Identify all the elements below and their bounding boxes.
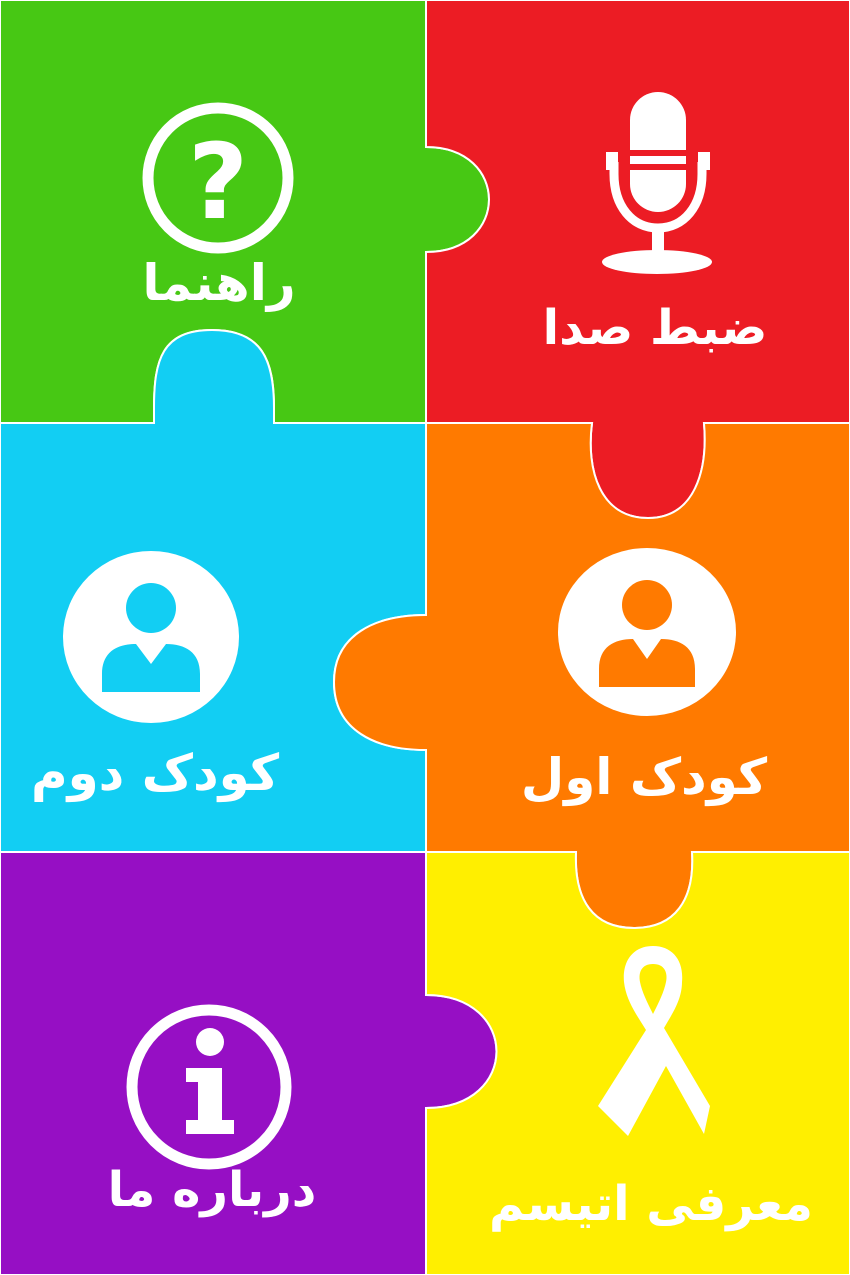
record-label: ضبط صدا <box>542 300 768 356</box>
question-circle-icon[interactable]: ? <box>140 100 296 256</box>
svg-text:?: ? <box>188 121 248 243</box>
user-avatar-icon[interactable] <box>557 547 737 717</box>
child1-label: کودک اول <box>520 748 768 806</box>
autism-label: معرفی اتیسم <box>489 1176 813 1232</box>
user-avatar-icon[interactable] <box>62 548 240 726</box>
awareness-ribbon-icon[interactable] <box>590 938 716 1140</box>
info-circle-icon[interactable] <box>124 1002 294 1172</box>
puzzle-menu: ? راهنما ضبط صدا کودک دوم کودک اول دربار… <box>0 0 850 1275</box>
microphone-icon[interactable] <box>600 92 715 277</box>
help-label: راهنما <box>142 254 296 312</box>
about-label: درباره ما <box>107 1162 317 1218</box>
child2-label: کودک دوم <box>30 744 280 802</box>
